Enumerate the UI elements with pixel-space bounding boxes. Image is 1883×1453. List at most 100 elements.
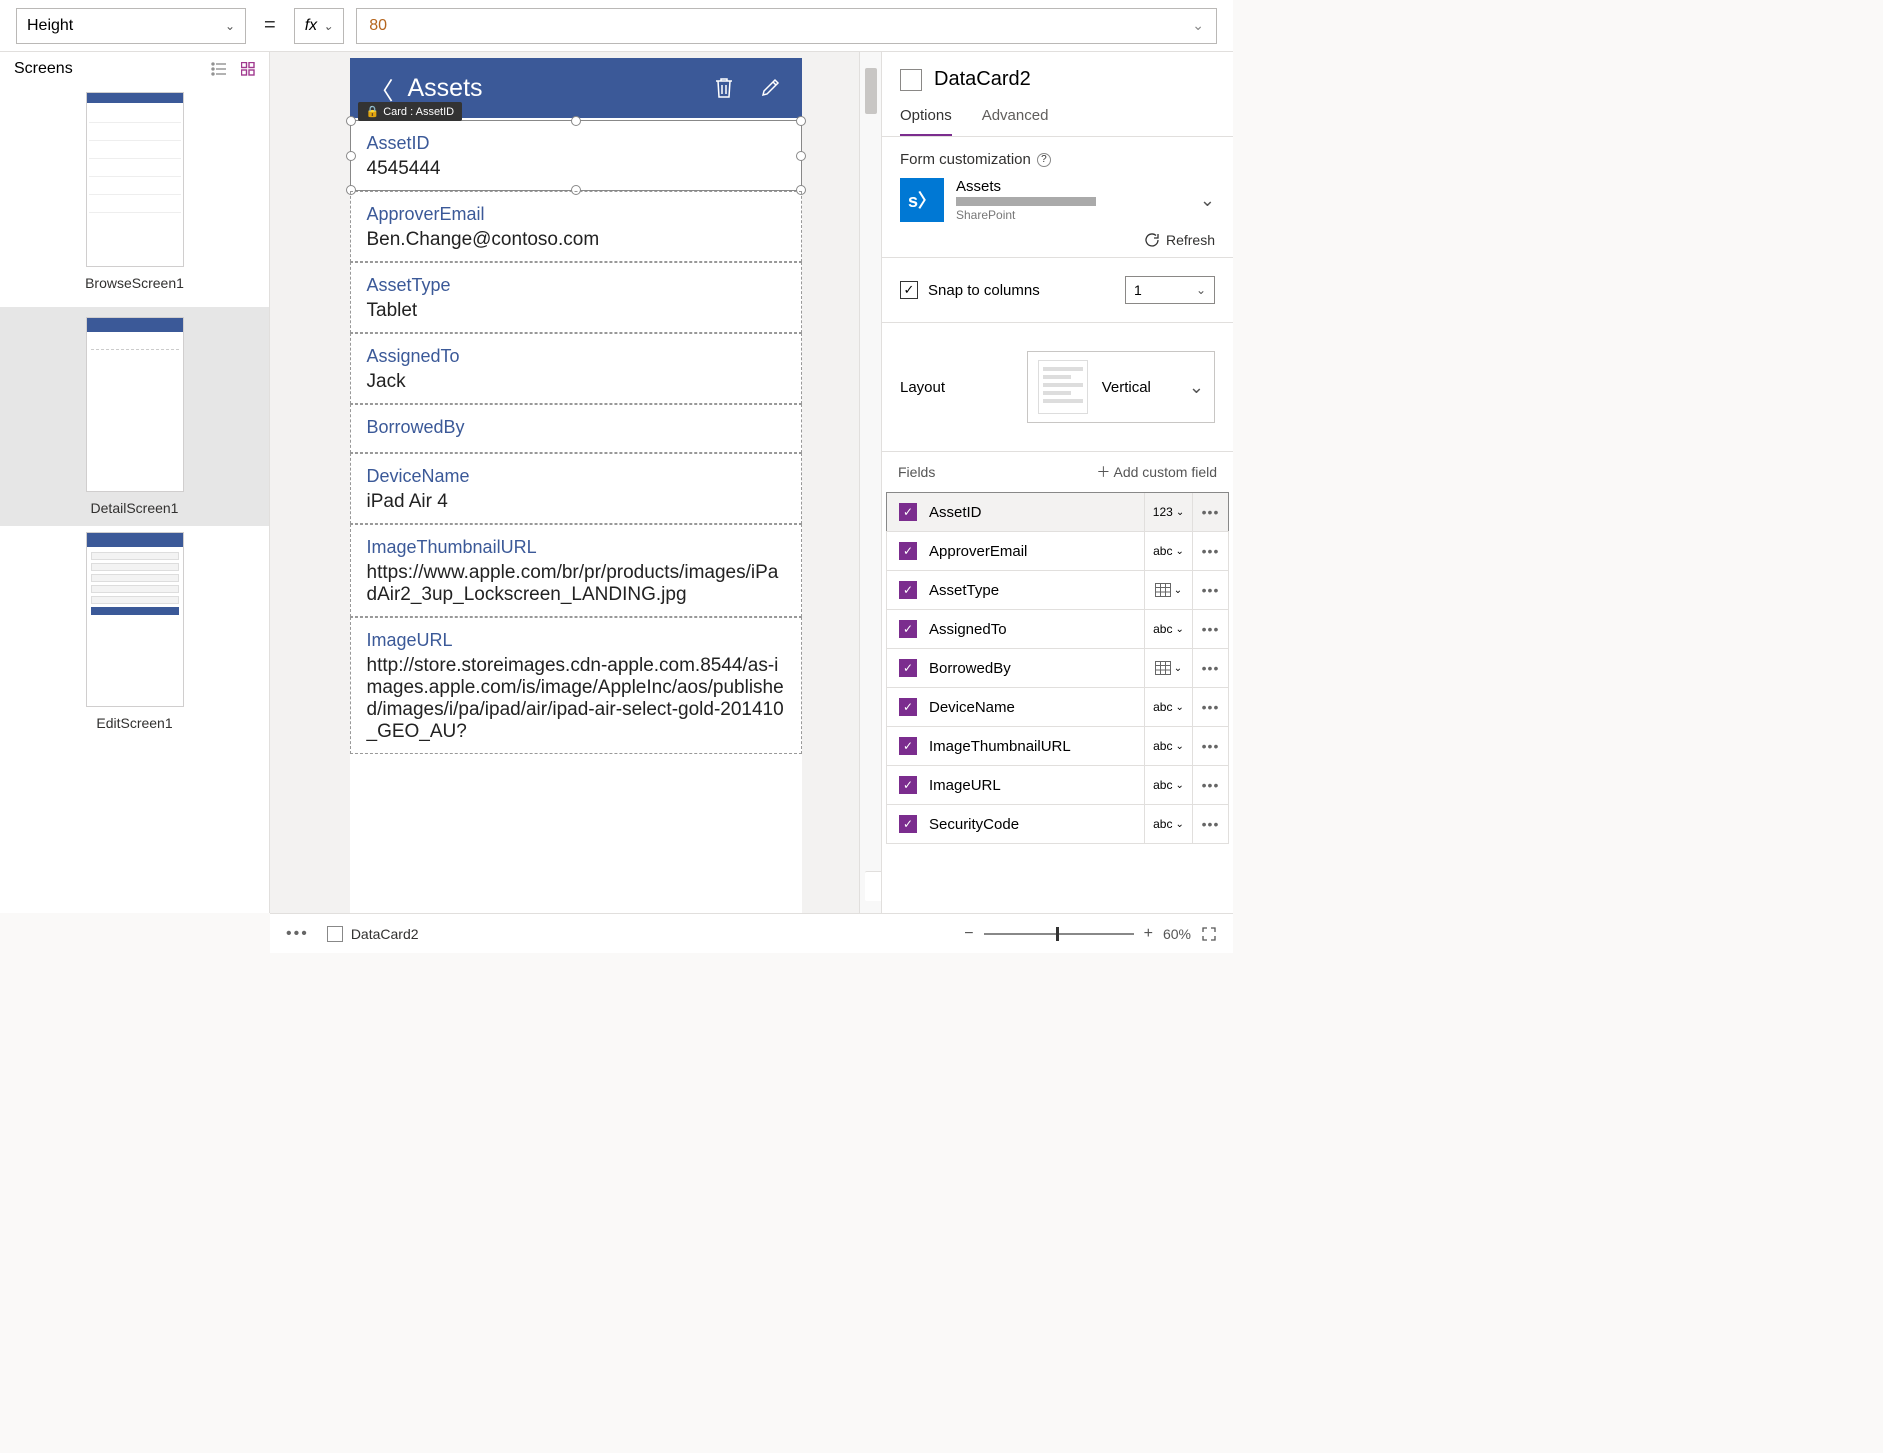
field-row[interactable]: ✓ DeviceName abc⌄ ••• xyxy=(886,687,1229,727)
field-row[interactable]: ✓ ImageThumbnailURL abc⌄ ••• xyxy=(886,726,1229,766)
datasource-url-redacted xyxy=(956,197,1096,206)
field-more-button[interactable]: ••• xyxy=(1192,805,1228,843)
card-label: DeviceName xyxy=(367,466,785,487)
field-checkbox[interactable]: ✓ xyxy=(899,620,917,638)
card-value: Ben.Change@contoso.com xyxy=(367,229,785,251)
datacard[interactable]: AssignedTo Jack xyxy=(350,333,802,404)
datacard[interactable]: ImageURL http://store.storeimages.cdn-ap… xyxy=(350,617,802,754)
field-type-dropdown[interactable]: abc⌄ xyxy=(1144,532,1192,570)
card-label: ImageThumbnailURL xyxy=(367,537,785,558)
card-label: AssignedTo xyxy=(367,346,785,367)
snap-checkbox[interactable]: ✓ xyxy=(900,281,918,299)
field-name: AssetID xyxy=(929,504,1144,521)
field-checkbox[interactable]: ✓ xyxy=(899,815,917,833)
field-checkbox[interactable]: ✓ xyxy=(899,698,917,716)
fields-label: Fields xyxy=(898,464,935,480)
field-type-dropdown[interactable]: abc⌄ xyxy=(1144,805,1192,843)
card-value: 4545444 xyxy=(367,158,785,180)
datasource-provider: SharePoint xyxy=(956,208,1188,222)
property-dropdown[interactable]: Height ⌄ xyxy=(16,8,246,44)
card-lock-tag: 🔒 Card : AssetID xyxy=(358,102,463,121)
field-row[interactable]: ✓ SecurityCode abc⌄ ••• xyxy=(886,804,1229,844)
tab-options[interactable]: Options xyxy=(900,99,952,136)
field-more-button[interactable]: ••• xyxy=(1192,493,1228,531)
field-type-dropdown[interactable]: ⌄ xyxy=(1144,571,1192,609)
field-checkbox[interactable]: ✓ xyxy=(899,542,917,560)
field-name: ImageURL xyxy=(929,777,1144,794)
back-icon[interactable]: 〈 xyxy=(370,71,394,106)
status-bar: ••• DataCard2 − + 60% xyxy=(270,913,1233,953)
chevron-down-icon[interactable]: ⌄ xyxy=(1200,190,1215,211)
field-checkbox[interactable]: ✓ xyxy=(899,776,917,794)
datacard[interactable]: AssetType Tablet xyxy=(350,262,802,333)
columns-dropdown[interactable]: 1 ⌄ xyxy=(1125,276,1215,304)
card-value: Tablet xyxy=(367,300,785,322)
datacard[interactable]: DeviceName iPad Air 4 xyxy=(350,453,802,524)
field-checkbox[interactable]: ✓ xyxy=(899,737,917,755)
fx-button[interactable]: fx ⌄ xyxy=(294,8,345,44)
field-type-dropdown[interactable]: abc⌄ xyxy=(1144,610,1192,648)
datacard[interactable]: ImageThumbnailURL https://www.apple.com/… xyxy=(350,524,802,617)
field-type-dropdown[interactable]: ⌄ xyxy=(1144,649,1192,687)
field-more-button[interactable]: ••• xyxy=(1192,766,1228,804)
property-name: Height xyxy=(27,17,73,35)
more-icon[interactable]: ••• xyxy=(286,925,309,943)
chevron-down-icon: ⌄ xyxy=(1196,283,1206,297)
field-more-button[interactable]: ••• xyxy=(1192,688,1228,726)
tab-advanced[interactable]: Advanced xyxy=(982,99,1049,136)
field-checkbox[interactable]: ✓ xyxy=(899,503,917,521)
help-icon[interactable]: ? xyxy=(1037,153,1051,167)
field-row[interactable]: ✓ AssetID 123⌄ ••• xyxy=(886,492,1229,532)
app-preview[interactable]: 〈 Assets 🔒 Card : AssetID xyxy=(350,58,802,913)
card-label: ApproverEmail xyxy=(367,204,785,225)
sharepoint-icon: s〉 xyxy=(900,178,944,222)
field-row[interactable]: ✓ AssignedTo abc⌄ ••• xyxy=(886,609,1229,649)
field-name: SecurityCode xyxy=(929,816,1144,833)
fit-screen-icon[interactable] xyxy=(1201,926,1217,942)
chevron-down-icon: ⌄ xyxy=(225,19,235,33)
field-checkbox[interactable]: ✓ xyxy=(899,659,917,677)
field-checkbox[interactable]: ✓ xyxy=(899,581,917,599)
field-name: BorrowedBy xyxy=(929,660,1144,677)
field-row[interactable]: ✓ AssetType ⌄ ••• xyxy=(886,570,1229,610)
layout-dropdown[interactable]: Vertical ⌄ xyxy=(1027,351,1215,423)
canvas-scrollbar[interactable] xyxy=(859,52,881,913)
field-name: AssignedTo xyxy=(929,621,1144,638)
screen-thumb-detail[interactable]: DetailScreen1 xyxy=(0,307,269,526)
selection-checkbox[interactable] xyxy=(900,69,922,91)
layout-thumb-icon xyxy=(1038,360,1088,414)
screens-panel: Screens xyxy=(0,52,270,913)
breadcrumb-checkbox[interactable] xyxy=(327,926,343,942)
field-name: ApproverEmail xyxy=(929,543,1144,560)
field-more-button[interactable]: ••• xyxy=(1192,571,1228,609)
field-more-button[interactable]: ••• xyxy=(1192,727,1228,765)
field-type-dropdown[interactable]: 123⌄ xyxy=(1144,493,1192,531)
trash-icon[interactable] xyxy=(714,76,734,100)
zoom-out-button[interactable]: − xyxy=(964,925,973,943)
screens-title: Screens xyxy=(14,60,73,78)
refresh-button[interactable]: Refresh xyxy=(882,222,1233,248)
zoom-in-button[interactable]: + xyxy=(1144,925,1153,943)
field-row[interactable]: ✓ ApproverEmail abc⌄ ••• xyxy=(886,531,1229,571)
field-name: ImageThumbnailURL xyxy=(929,738,1144,755)
list-view-icon[interactable] xyxy=(211,62,227,76)
field-type-dropdown[interactable]: abc⌄ xyxy=(1144,766,1192,804)
formula-input[interactable]: 80 ⌄ xyxy=(356,8,1217,44)
datacard-assetid[interactable]: AssetID 4545444 xyxy=(350,120,802,191)
field-type-dropdown[interactable]: abc⌄ xyxy=(1144,727,1192,765)
field-row[interactable]: ✓ BorrowedBy ⌄ ••• xyxy=(886,648,1229,688)
datacard[interactable]: BorrowedBy xyxy=(350,404,802,453)
field-more-button[interactable]: ••• xyxy=(1192,649,1228,687)
add-custom-field-button[interactable]: ＋ Add custom field xyxy=(1096,462,1217,482)
zoom-slider[interactable] xyxy=(984,933,1134,935)
field-row[interactable]: ✓ ImageURL abc⌄ ••• xyxy=(886,765,1229,805)
field-more-button[interactable]: ••• xyxy=(1192,610,1228,648)
screen-thumb-edit[interactable]: EditScreen1 xyxy=(0,526,269,747)
screen-thumb-browse[interactable]: BrowseScreen1 xyxy=(0,86,269,307)
field-type-dropdown[interactable]: abc⌄ xyxy=(1144,688,1192,726)
grid-view-icon[interactable] xyxy=(241,62,255,76)
field-more-button[interactable]: ••• xyxy=(1192,532,1228,570)
datacard[interactable]: ApproverEmail Ben.Change@contoso.com xyxy=(350,191,802,262)
snap-label: Snap to columns xyxy=(928,282,1040,299)
edit-icon[interactable] xyxy=(760,76,782,100)
